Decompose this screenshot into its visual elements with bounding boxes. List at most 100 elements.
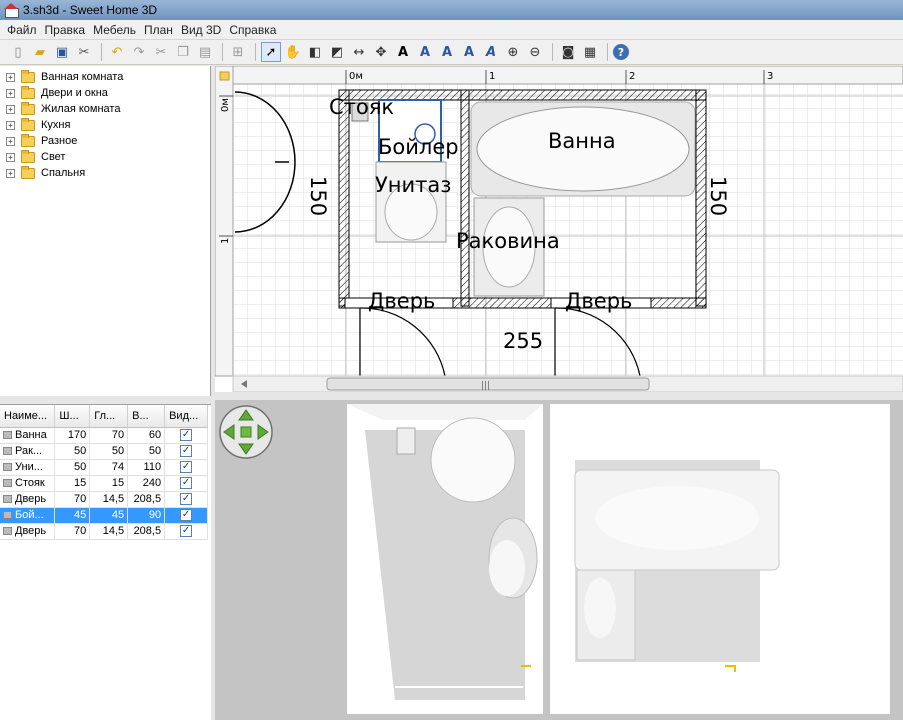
3d-view[interactable] bbox=[215, 400, 903, 720]
visible-checkbox[interactable]: ✓ bbox=[180, 477, 193, 490]
catalog-category-kitchen[interactable]: + Кухня bbox=[0, 117, 210, 133]
save-icon[interactable]: ▣ bbox=[52, 42, 72, 62]
furniture-row[interactable]: Стояк 15 15 240 ✓ bbox=[0, 475, 208, 492]
photo-icon[interactable]: ◙ bbox=[558, 42, 578, 62]
furniture-cell-width-text: 45 bbox=[74, 509, 87, 521]
create-labels-icon[interactable]: ✥ bbox=[371, 42, 391, 62]
catalog-category-lights[interactable]: + Свет bbox=[0, 149, 210, 165]
plan-label-rakovina[interactable]: Раковина bbox=[456, 229, 560, 253]
catalog-category-doors-windows[interactable]: + Двери и окна bbox=[0, 85, 210, 101]
new-icon[interactable]: ▯ bbox=[8, 42, 28, 62]
furniture-cell-visible: ✓ bbox=[164, 507, 208, 524]
visible-checkbox[interactable]: ✓ bbox=[180, 509, 193, 522]
furniture-cell-depth: 74 bbox=[89, 459, 129, 476]
title-bar: 3.sh3d - Sweet Home 3D bbox=[0, 0, 903, 20]
undo-icon[interactable]: ↶ bbox=[107, 42, 127, 62]
visible-checkbox[interactable]: ✓ bbox=[180, 493, 193, 506]
preferences-icon[interactable]: ✂ bbox=[74, 42, 94, 62]
3d-canvas[interactable] bbox=[215, 400, 903, 720]
right-horizontal-splitter[interactable] bbox=[215, 392, 903, 400]
menu-3d-view[interactable]: Вид 3D bbox=[177, 23, 225, 37]
add-furniture-icon[interactable]: ⊞ bbox=[228, 42, 248, 62]
increase-text-icon[interactable]: A bbox=[415, 42, 435, 62]
catalog-category-label: Свет bbox=[41, 151, 66, 163]
furniture-cell-visible: ✓ bbox=[164, 443, 208, 460]
cut-icon[interactable]: ✂ bbox=[151, 42, 171, 62]
expand-icon[interactable]: + bbox=[6, 168, 15, 178]
menu-edit[interactable]: Правка bbox=[41, 23, 90, 37]
furniture-row[interactable]: Ванна 170 70 60 ✓ bbox=[0, 427, 208, 444]
expand-icon[interactable]: + bbox=[6, 88, 15, 98]
paste-icon[interactable]: ▤ bbox=[195, 42, 215, 62]
open-icon[interactable]: ▰ bbox=[30, 42, 50, 62]
furniture-cell-name: Стояк bbox=[0, 475, 56, 492]
expand-icon[interactable]: + bbox=[6, 72, 15, 82]
zoom-in-icon[interactable]: ⊕ bbox=[503, 42, 523, 62]
visible-checkbox[interactable]: ✓ bbox=[180, 461, 193, 474]
furniture-cell-width-text: 170 bbox=[67, 429, 87, 441]
catalog-category-bedroom[interactable]: + Спальня bbox=[0, 165, 210, 181]
furniture-cell-width: 15 bbox=[54, 475, 91, 492]
furniture-row[interactable]: Дверь 70 14,5 208,5 ✓ bbox=[0, 523, 208, 540]
navigation-arrows-icon[interactable] bbox=[219, 405, 273, 459]
furniture-row[interactable]: Рак... 50 50 50 ✓ bbox=[0, 443, 208, 460]
create-rooms-icon[interactable]: ◩ bbox=[327, 42, 347, 62]
bold-icon[interactable]: A bbox=[459, 42, 479, 62]
pan-icon[interactable]: ✋ bbox=[283, 42, 303, 62]
plan-label-unitaz[interactable]: Унитаз bbox=[375, 173, 451, 197]
furniture-row[interactable]: Уни... 50 74 110 ✓ bbox=[0, 459, 208, 476]
furniture-cell-name-text: Бой... bbox=[15, 509, 44, 521]
plan-label-door-1[interactable]: Дверь bbox=[368, 289, 435, 313]
furniture-cell-height: 50 bbox=[127, 443, 166, 460]
video-icon[interactable]: ▦ bbox=[580, 42, 600, 62]
window-title: 3.sh3d - Sweet Home 3D bbox=[23, 3, 158, 17]
furniture-row[interactable]: Дверь 70 14,5 208,5 ✓ bbox=[0, 491, 208, 508]
menu-help[interactable]: Справка bbox=[225, 23, 280, 37]
visible-checkbox[interactable]: ✓ bbox=[180, 525, 193, 538]
furniture-row[interactable]: Бой... 45 45 90 ✓ bbox=[0, 507, 208, 524]
zoom-out-icon[interactable]: ⊖ bbox=[525, 42, 545, 62]
plan-label-stoyak[interactable]: Стояк bbox=[329, 95, 394, 119]
create-dimensions-icon[interactable]: ↔ bbox=[349, 42, 369, 62]
catalog-category-living-room[interactable]: + Жилая комната bbox=[0, 101, 210, 117]
visible-checkbox[interactable]: ✓ bbox=[180, 445, 193, 458]
plan-canvas[interactable]: 0м 1 2 3 0м 1 Стояк Бойлер Унитаз Ванна … bbox=[215, 66, 903, 392]
folder-icon bbox=[21, 133, 35, 147]
menu-file[interactable]: Файл bbox=[3, 23, 41, 37]
plan-label-vanna[interactable]: Ванна bbox=[548, 129, 616, 153]
furniture-cell-depth-text: 70 bbox=[111, 429, 125, 441]
plan-dimension-left[interactable]: 150 bbox=[306, 176, 330, 216]
visible-checkbox[interactable]: ✓ bbox=[180, 429, 193, 442]
column-header-name[interactable]: Наиме... bbox=[0, 405, 56, 428]
column-header-height[interactable]: В... bbox=[127, 405, 166, 428]
select-icon[interactable]: ➚ bbox=[261, 42, 281, 62]
decrease-text-icon[interactable]: A bbox=[437, 42, 457, 62]
expand-icon[interactable]: + bbox=[6, 136, 15, 146]
plan-label-door-2[interactable]: Дверь bbox=[565, 289, 632, 313]
expand-icon[interactable]: + bbox=[6, 104, 15, 114]
catalog-category-misc[interactable]: + Разное bbox=[0, 133, 210, 149]
furniture-cell-name: Уни... bbox=[0, 459, 56, 476]
plan-dimension-right[interactable]: 150 bbox=[706, 176, 730, 216]
column-header-visible[interactable]: Вид... bbox=[164, 405, 208, 428]
plan-label-boiler[interactable]: Бойлер bbox=[378, 135, 459, 159]
copy-icon[interactable]: ❐ bbox=[173, 42, 193, 62]
column-header-width[interactable]: Ш... bbox=[54, 405, 91, 428]
menu-furniture[interactable]: Мебель bbox=[89, 23, 140, 37]
catalog-category-bathroom[interactable]: + Ванная комната bbox=[0, 69, 210, 85]
create-walls-icon[interactable]: ◧ bbox=[305, 42, 325, 62]
expand-icon[interactable]: + bbox=[6, 120, 15, 130]
plan-view[interactable]: 0м 1 2 3 0м 1 Стояк Бойлер Унитаз Ванна … bbox=[215, 66, 903, 392]
help-icon[interactable]: ? bbox=[613, 44, 629, 60]
add-text-icon[interactable]: A bbox=[393, 42, 413, 62]
redo-icon[interactable]: ↷ bbox=[129, 42, 149, 62]
plan-dimension-bottom[interactable]: 255 bbox=[503, 329, 543, 353]
menu-plan[interactable]: План bbox=[140, 23, 177, 37]
column-header-depth[interactable]: Гл... bbox=[89, 405, 129, 428]
furniture-cell-visible: ✓ bbox=[164, 491, 208, 508]
italic-icon[interactable]: A bbox=[481, 42, 501, 62]
catalog-category-label: Ванная комната bbox=[41, 71, 124, 83]
furniture-table: Наиме... Ш... Гл... В... Вид... Ванна 170… bbox=[0, 405, 208, 540]
expand-icon[interactable]: + bbox=[6, 152, 15, 162]
left-horizontal-splitter[interactable] bbox=[0, 396, 211, 404]
